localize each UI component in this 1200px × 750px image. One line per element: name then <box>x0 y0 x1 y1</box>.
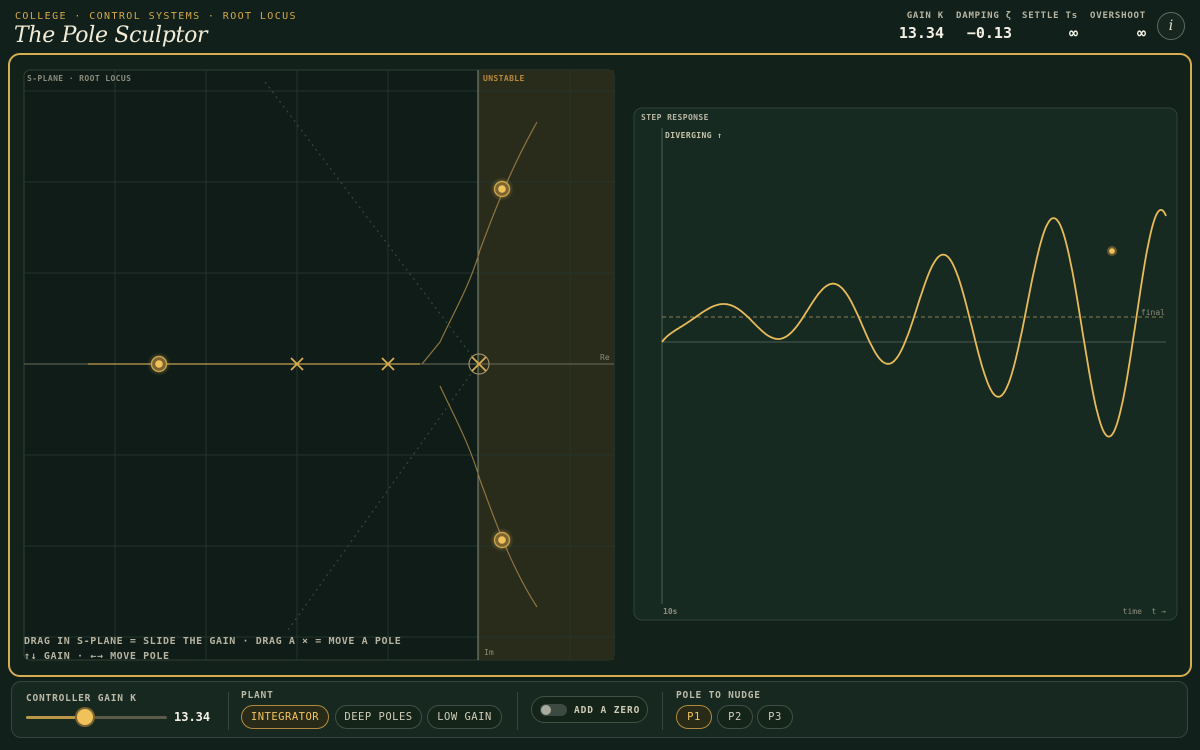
plant-deep-poles-button[interactable]: DEEP POLES <box>335 705 422 729</box>
gain-slider-thumb[interactable] <box>77 709 94 725</box>
controls-bar: CONTROLLER GAIN K 13.34 PLANT INTEGRATOR… <box>11 681 1188 738</box>
gain-slider[interactable] <box>26 716 167 719</box>
add-zero-label: ADD A ZERO <box>574 705 641 716</box>
plant-label: PLANT <box>241 690 274 701</box>
time-start-label: 10s <box>663 607 678 616</box>
plant-integrator-button[interactable]: INTEGRATOR <box>241 705 329 729</box>
toggle-switch <box>540 704 567 716</box>
plant-low-gain-button[interactable]: LOW GAIN <box>427 705 502 729</box>
gain-readout: 13.34 <box>174 710 211 724</box>
pole-to-nudge-label: POLE TO NUDGE <box>676 690 761 701</box>
nudge-p2-button[interactable]: P2 <box>717 705 753 729</box>
toggle-knob <box>541 705 551 715</box>
im-axis-label: Im <box>484 648 494 657</box>
step-status: DIVERGING ↑ <box>665 131 722 140</box>
re-axis-label: Re <box>600 353 610 362</box>
nudge-p1-button[interactable]: P1 <box>676 705 712 729</box>
s-plane-panel[interactable]: S-PLANE · ROOT LOCUS UNSTABLE Re Im <box>23 69 615 661</box>
add-zero-toggle[interactable]: ADD A ZERO <box>531 696 648 723</box>
step-response-panel: STEP RESPONSE DIVERGING ↑ final 10s time… <box>633 107 1178 621</box>
canvas-svg: S-PLANE · ROOT LOCUS UNSTABLE Re Im STEP… <box>23 69 1178 661</box>
final-label: final <box>1141 308 1165 317</box>
time-cursor-marker <box>1107 246 1117 256</box>
divider <box>662 692 663 730</box>
closed-loop-pole-lower <box>490 528 514 552</box>
s-plane-title: S-PLANE · ROOT LOCUS <box>27 74 131 83</box>
closed-loop-pole-upper <box>490 177 514 201</box>
time-axis-label: time t → <box>1123 607 1167 616</box>
gain-label: CONTROLLER GAIN K <box>26 693 137 704</box>
interaction-hint-1: DRAG IN S-PLANE = SLIDE THE GAIN · DRAG … <box>24 636 402 647</box>
interaction-hint-2: ↑↓ GAIN · ←→ MOVE POLE <box>24 651 170 662</box>
step-response-title: STEP RESPONSE <box>641 113 709 122</box>
divider <box>517 692 518 730</box>
nudge-p3-button[interactable]: P3 <box>757 705 793 729</box>
unstable-label: UNSTABLE <box>483 74 525 83</box>
divider <box>228 692 229 730</box>
step-response-background <box>633 107 1178 621</box>
closed-loop-pole-real <box>147 352 171 376</box>
unstable-region <box>478 70 614 660</box>
